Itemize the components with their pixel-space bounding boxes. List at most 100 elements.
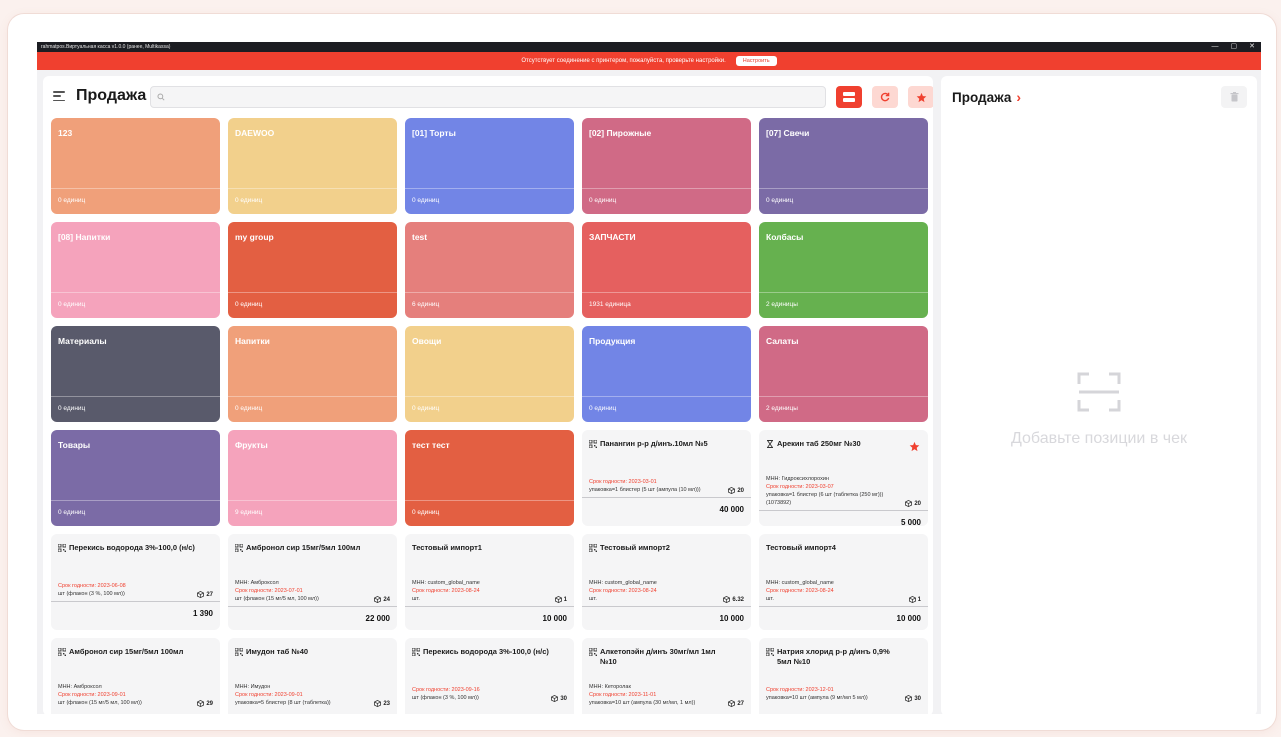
layout-toggle-button[interactable] — [836, 86, 862, 108]
qr-code-icon — [589, 440, 597, 448]
category-tile[interactable]: my group 0 единиц — [228, 222, 397, 318]
category-tile[interactable]: Фрукты 9 единиц — [228, 430, 397, 526]
category-tile[interactable]: Товары 0 единиц — [51, 430, 220, 526]
barcode-scan-icon — [1077, 372, 1121, 412]
stock-box-icon — [374, 700, 382, 707]
product-stock-value: 6.32 — [732, 596, 744, 603]
category-tile[interactable]: Напитки 0 единиц — [228, 326, 397, 422]
cart-title[interactable]: Продажа › — [952, 89, 1021, 105]
refresh-button[interactable] — [872, 86, 898, 108]
category-tile[interactable]: [08] Напитки 0 единиц — [51, 222, 220, 318]
product-card[interactable]: Арекин таб 250мг №30 МНН: Гидроксихлорохи… — [759, 430, 928, 526]
qr-code-icon — [235, 544, 243, 552]
product-card[interactable]: Имудон таб №40 МНН: Имудон Срок годности: … — [228, 638, 397, 714]
category-name: 123 — [58, 128, 73, 138]
category-tile[interactable]: тест тест 0 единиц — [405, 430, 574, 526]
product-stock-value: 30 — [914, 695, 921, 702]
category-count: 0 единиц — [235, 301, 263, 308]
product-expiry: Срок годности: 2023-08-24 — [589, 588, 657, 594]
layout-toggle-icon — [843, 92, 855, 102]
category-name: Колбасы — [766, 232, 804, 242]
maximize-button[interactable]: ▢ — [1231, 42, 1238, 52]
product-card[interactable]: Амбронол сир 15мг/5мл 100мл МНН: Амброксо… — [228, 534, 397, 630]
category-tile[interactable]: Колбасы 2 единицы — [759, 222, 928, 318]
product-card[interactable]: Тестовый импорт1 МНН: custom_global_name С… — [405, 534, 574, 630]
category-tile[interactable]: test 6 единиц — [405, 222, 574, 318]
product-name: Тестовый импорт4 — [766, 543, 906, 553]
product-card[interactable]: Алкетопэйн д/инъ 30мг/мл 1мл №10 МНН: Кет… — [582, 638, 751, 714]
category-divider — [582, 292, 751, 293]
product-packaging: упаковка=1 блистер (6 шт (таблетка (250 … — [766, 492, 884, 498]
product-stock-value: 27 — [206, 591, 213, 598]
stock-box-icon — [551, 695, 559, 702]
category-divider — [228, 500, 397, 501]
hamburger-icon[interactable] — [53, 91, 65, 101]
product-name-text: Амбронол сир 15мг/5мл 100мл — [69, 647, 184, 656]
category-tile[interactable]: Салаты 2 единицы — [759, 326, 928, 422]
product-card[interactable]: Перекись водорода 3%-100,0 (н/с) Срок год… — [51, 534, 220, 630]
category-tile[interactable]: 123 0 единиц — [51, 118, 220, 214]
product-inn: МНН: Кеторолак — [589, 684, 631, 690]
stock-box-icon — [908, 596, 916, 603]
product-packaging: упаковка=5 блистер (8 шт (таблетка)) — [235, 700, 331, 706]
category-name: Материалы — [58, 336, 107, 346]
catalog-toolbar: Продажа — [43, 76, 933, 116]
category-divider — [405, 500, 574, 501]
product-inn: МНН: custom_global_name — [766, 580, 834, 586]
category-tile[interactable]: Продукция 0 единиц — [582, 326, 751, 422]
stock-box-icon — [723, 596, 731, 603]
category-count: 6 единиц — [412, 301, 440, 308]
cart-empty-message: Добавьте позиции в чек — [1010, 430, 1187, 447]
search-box[interactable] — [150, 86, 826, 108]
category-divider — [759, 396, 928, 397]
category-tile[interactable]: ЗАПЧАСТИ 1931 единица — [582, 222, 751, 318]
product-stock: 6.32 — [723, 596, 744, 603]
category-name: [01] Торты — [412, 128, 456, 138]
close-button[interactable]: ✕ — [1249, 42, 1255, 52]
product-card[interactable]: Натрия хлорид р-р д/инъ 0,9% 5мл №10 Срок… — [759, 638, 928, 714]
cart-title-text: Продажа — [952, 89, 1012, 105]
product-stock-value: 20 — [914, 500, 921, 507]
product-stock-value: 24 — [383, 596, 390, 603]
product-stock-value: 27 — [737, 700, 744, 707]
product-card[interactable]: Тестовый импорт4 МНН: custom_global_name С… — [759, 534, 928, 630]
category-name: [02] Пирожные — [589, 128, 652, 138]
search-input[interactable] — [165, 92, 825, 102]
category-tile[interactable]: Овощи 0 единиц — [405, 326, 574, 422]
product-expiry: Срок годности: 2023-06-08 — [58, 583, 126, 589]
product-expiry: Срок годности: 2023-11-01 — [589, 692, 657, 698]
product-code: (1073892) — [766, 500, 792, 506]
product-price: 10 000 — [542, 614, 567, 623]
product-name-text: Перекись водорода 3%-100,0 (н/с) — [423, 647, 549, 656]
configure-printer-button[interactable]: Настроить — [735, 56, 777, 66]
printer-alert-bar: Отсутствует соединение с принтером, пожа… — [37, 52, 1261, 70]
favorites-button[interactable] — [908, 86, 933, 108]
minimize-button[interactable]: — — [1212, 42, 1219, 52]
product-inn: МНН: custom_global_name — [412, 580, 480, 586]
product-card[interactable]: Перекись водорода 3%-100,0 (н/с) Срок год… — [405, 638, 574, 714]
category-tile[interactable]: DAEWOO 0 единиц — [228, 118, 397, 214]
product-packaging: шт (флакон (15 мг/5 мл, 100 мл)) — [235, 596, 319, 602]
category-tile[interactable]: Материалы 0 единиц — [51, 326, 220, 422]
product-card[interactable]: Тестовый импорт2 МНН: custom_global_name С… — [582, 534, 751, 630]
category-name: DAEWOO — [235, 128, 275, 138]
category-divider — [405, 188, 574, 189]
chevron-right-icon: › — [1016, 89, 1022, 105]
product-stock: 20 — [728, 487, 744, 494]
category-tile[interactable]: [01] Торты 0 единиц — [405, 118, 574, 214]
product-stock: 30 — [551, 695, 567, 702]
product-name: Амбронол сир 15мг/5мл 100мл — [235, 543, 375, 553]
product-card[interactable]: Амбронол сир 15мг/5мл 100мл МНН: Амброксо… — [51, 638, 220, 714]
category-tile[interactable]: [07] Свечи 0 единиц — [759, 118, 928, 214]
product-name: Амбронол сир 15мг/5мл 100мл — [58, 647, 198, 657]
product-inn: МНН: custom_global_name — [589, 580, 657, 586]
category-name: Продукция — [589, 336, 636, 346]
category-tile[interactable]: [02] Пирожные 0 единиц — [582, 118, 751, 214]
category-divider — [228, 292, 397, 293]
product-expiry: Срок годности: 2023-09-01 — [58, 692, 126, 698]
favorite-star-icon[interactable] — [909, 439, 920, 457]
category-name: [08] Напитки — [58, 232, 111, 242]
product-card[interactable]: Панангин р-р д/инъ.10мл №5 Срок годности:… — [582, 430, 751, 526]
product-stock: 23 — [374, 700, 390, 707]
clear-cart-button[interactable] — [1221, 86, 1247, 108]
